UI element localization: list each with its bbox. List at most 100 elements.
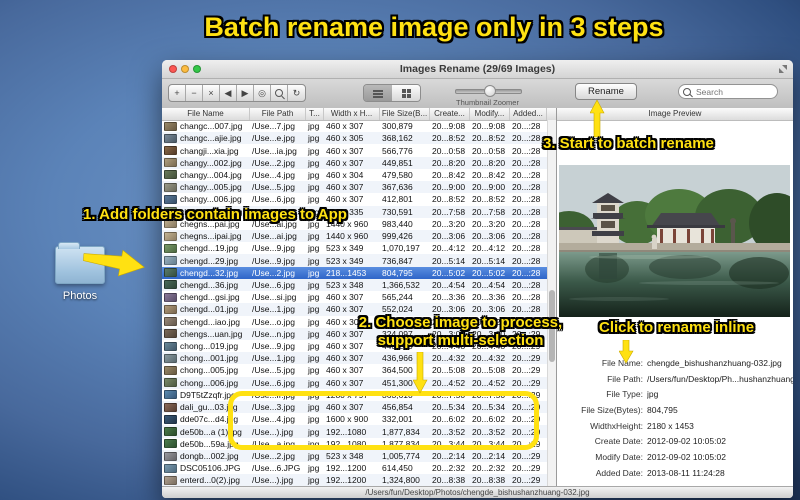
search-field[interactable]	[678, 84, 778, 99]
column-dimensions[interactable]: Width x H...	[324, 108, 380, 120]
cell-file-path: /Use...si.jpg	[252, 292, 297, 303]
cell-create-date: 20...9:08	[432, 121, 466, 132]
cell-added-date: 20...:28	[512, 243, 541, 254]
cell-dimensions: 460 x 307	[326, 121, 364, 132]
step1-annotation: 1. Add folders contain images to App	[83, 206, 347, 223]
toolbar-segmented-control: + − × ◀ ▶ ◎ ↻	[168, 84, 306, 102]
list-view-button[interactable]	[364, 85, 392, 101]
metadata-value: 2013-08-11 11:24:28	[647, 467, 725, 478]
cell-file-name: chong...006.jpg	[180, 377, 239, 388]
table-row[interactable]: changy...002.jpg /Use...2.jpg jpg 460 x …	[162, 156, 547, 169]
delete-button[interactable]: ×	[203, 85, 220, 101]
table-row[interactable]: changy...005.jpg /Use...5.jpg jpg 460 x …	[162, 181, 547, 194]
column-file-name[interactable]: File Name	[162, 108, 250, 120]
table-row[interactable]: enterd...0(2).jpg /Use...).jpg jpg 192..…	[162, 474, 547, 487]
cell-modify-date: 20...9:00	[472, 182, 506, 193]
table-row[interactable]: changji...xia.jpg /Use...ia.jpg jpg 460 …	[162, 144, 547, 156]
slider-knob[interactable]	[484, 85, 496, 97]
cell-file-name: chengd...gsi.jpg	[180, 292, 240, 303]
cell-create-date: 20...9:00	[432, 182, 466, 193]
cell-dimensions: 523 x 348	[326, 279, 364, 290]
table-row[interactable]: chegns...ipai.jpg /Use...ai.jpg jpg 1440…	[162, 229, 547, 243]
cell-type: jpg	[308, 451, 320, 462]
cell-dimensions: 523 x 348	[326, 451, 364, 462]
preview-button[interactable]: ◎	[254, 85, 271, 101]
thumbnail-zoomer-slider[interactable]	[455, 85, 522, 97]
list-view-icon	[373, 89, 383, 92]
metadata-row: File Size(Bytes): 804,795	[557, 402, 793, 418]
prev-button[interactable]: ◀	[220, 85, 237, 101]
minimize-window-button[interactable]	[181, 65, 189, 73]
cell-type: jpg	[308, 267, 320, 278]
table-row[interactable]: chong...006.jpg /Use...6.jpg jpg 460 x 3…	[162, 376, 547, 389]
cell-added-date: 20...:28	[512, 255, 541, 266]
cell-create-date: 20...2:32	[432, 463, 466, 474]
table-row[interactable]: chengd...gsi.jpg /Use...si.jpg jpg 460 x…	[162, 291, 547, 303]
cell-file-size: 614,450	[382, 463, 413, 474]
grid-view-button[interactable]	[392, 85, 420, 101]
metadata-label: WidthxHeight:	[590, 420, 643, 431]
cell-file-size: 804,795	[382, 267, 413, 278]
cell-file-name: changy...005.jpg	[180, 182, 242, 193]
cell-dimensions: 218...1453	[326, 267, 367, 278]
search-icon	[683, 87, 691, 96]
table-row[interactable]: changc...ajie.jpg /Use...e.jpg jpg 460 x…	[162, 132, 547, 145]
zoom-window-button[interactable]	[193, 65, 201, 73]
search-button[interactable]	[271, 85, 288, 101]
step3-arrow-icon	[590, 100, 605, 138]
table-row[interactable]: chengd...29.jpg /Use...9.jpg jpg 523 x 3…	[162, 254, 547, 267]
table-scrollbar[interactable]	[547, 120, 556, 487]
cell-file-name: changji...xia.jpg	[180, 145, 239, 156]
remove-button[interactable]: −	[186, 85, 203, 101]
search-input[interactable]	[694, 85, 773, 98]
column-type[interactable]: T...	[306, 108, 324, 120]
rename-button[interactable]: Rename	[575, 83, 637, 100]
cell-file-name: changy...006.jpg	[180, 194, 242, 205]
close-window-button[interactable]	[169, 65, 177, 73]
cell-create-date: 20...8:20	[432, 157, 466, 168]
cell-added-date: 20...:29	[512, 353, 541, 364]
cell-type: jpg	[308, 475, 320, 486]
cell-dimensions: 523 x 349	[326, 243, 364, 254]
resize-icon[interactable]	[778, 64, 788, 74]
table-row[interactable]: chong...005.jpg /Use...5.jpg jpg 460 x 3…	[162, 364, 547, 376]
cell-type: jpg	[308, 316, 320, 327]
table-row[interactable]: changy...004.jpg /Use...4.jpg jpg 460 x …	[162, 169, 547, 181]
metadata-label: Modify Date:	[595, 451, 643, 462]
next-button[interactable]: ▶	[237, 85, 254, 101]
cell-file-path: /Use...9.jpg	[252, 255, 295, 266]
table-row[interactable]: chengd...32.jpg /Use...2.jpg jpg 218...1…	[162, 266, 547, 279]
file-name-inline-edit[interactable]: chengde_bishushanzhuang-032.jpg	[647, 358, 793, 368]
cell-file-path: /Use...2.jpg	[252, 157, 295, 168]
cell-type: jpg	[308, 292, 320, 303]
table-row[interactable]: chengd...36.jpg /Use...6.jpg jpg 523 x 3…	[162, 278, 547, 292]
cell-dimensions: 460 x 307	[326, 292, 364, 303]
inline-rename-annotation: Click to rename inline	[599, 319, 755, 336]
column-create-date[interactable]: Create...	[430, 108, 470, 120]
cell-dimensions: 460 x 307	[326, 353, 364, 364]
column-modify-date[interactable]: Modify...	[470, 108, 510, 120]
table-row[interactable]: changc...007.jpg /Use...7.jpg jpg 460 x …	[162, 120, 547, 132]
refresh-button[interactable]: ↻	[288, 85, 305, 101]
cell-added-date: 20...:28	[512, 169, 541, 180]
cell-modify-date: 20...8:38	[472, 475, 506, 486]
view-mode-toggle	[363, 84, 421, 102]
cell-file-name: chong...001.jpg	[180, 353, 239, 364]
cell-added-date: 20...:28	[512, 292, 541, 303]
column-added-date[interactable]: Added...	[510, 108, 547, 120]
cell-type: jpg	[308, 377, 320, 388]
add-button[interactable]: +	[169, 85, 186, 101]
table-row[interactable]: DSC05106.JPG /Use...6.JPG jpg 192...1200…	[162, 462, 547, 474]
search-icon	[275, 89, 283, 97]
cell-file-path: /Use...ai.jpg	[252, 231, 297, 242]
table-row[interactable]: dongb...002.jpg /Use...2.jpg jpg 523 x 3…	[162, 449, 547, 463]
table-row[interactable]: chengd...19.jpg /Use...9.jpg jpg 523 x 3…	[162, 242, 547, 254]
cell-type: jpg	[308, 145, 320, 156]
table-row[interactable]: changy...006.jpg /Use...6.jpg jpg 460 x …	[162, 193, 547, 205]
cell-modify-date: 20...2:14	[472, 451, 506, 462]
cell-type: jpg	[308, 182, 320, 193]
column-file-path[interactable]: File Path	[250, 108, 306, 120]
thumbnail-image	[163, 182, 177, 192]
column-file-size[interactable]: File Size(B...	[380, 108, 430, 120]
table-row[interactable]: chong...001.jpg /Use...1.jpg jpg 460 x 3…	[162, 352, 547, 365]
